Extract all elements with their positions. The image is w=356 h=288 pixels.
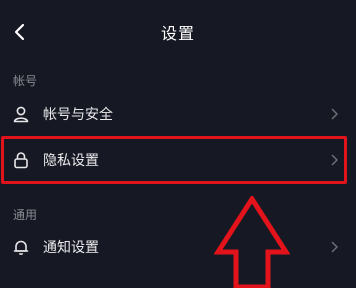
highlight-box — [1, 136, 347, 184]
chevron-right-icon — [326, 106, 342, 122]
bell-icon — [11, 237, 31, 257]
person-icon — [11, 104, 31, 124]
section-label-general: 通用 — [13, 208, 38, 222]
settings-item-account-security[interactable]: 帐号与安全 — [0, 91, 356, 137]
settings-item-label: 帐号与安全 — [43, 107, 113, 123]
chevron-right-icon — [326, 239, 342, 255]
section-label-account: 帐号 — [13, 74, 38, 88]
arrow-up-icon — [214, 196, 290, 288]
settings-item-notifications[interactable]: 通知设置 — [0, 224, 356, 270]
page-title: 设置 — [160, 24, 195, 43]
header: 设置 — [0, 0, 356, 64]
